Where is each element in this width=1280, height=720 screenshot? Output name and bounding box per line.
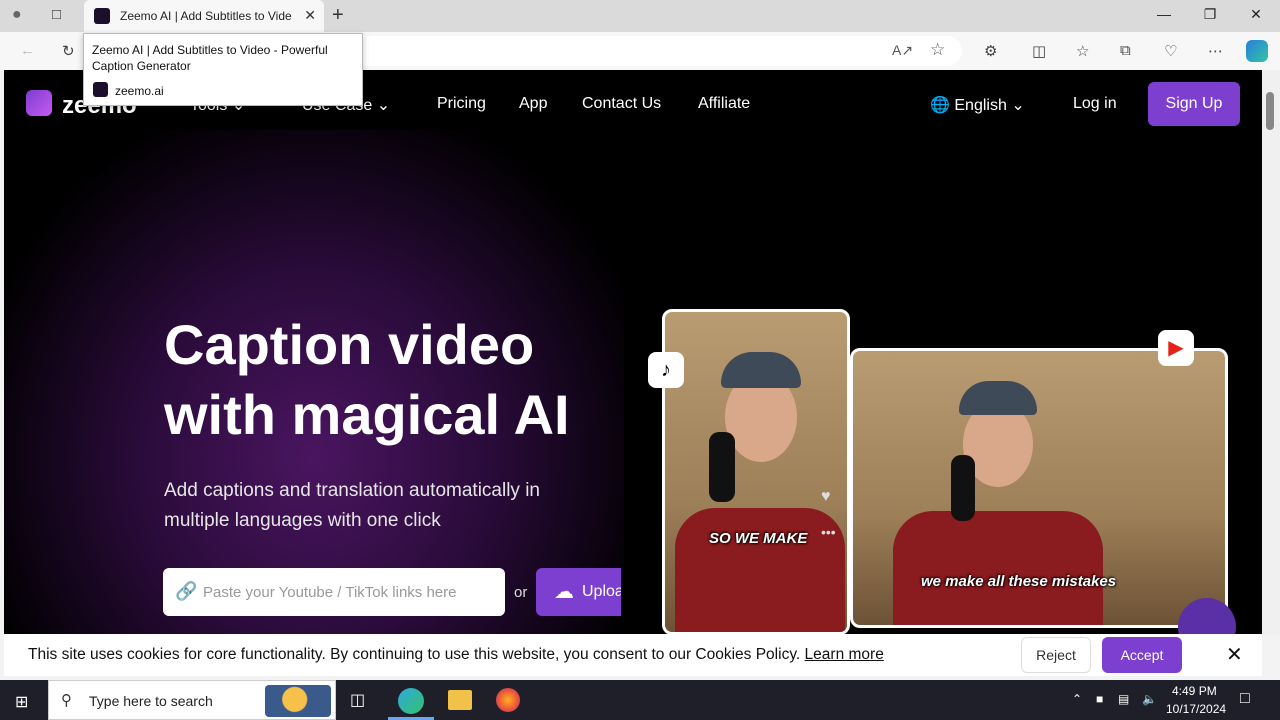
cookie-banner: This site uses cookies for core function… [4,634,1262,676]
tab-close-icon[interactable]: ✕ [304,7,316,24]
tooltip-title: Zeemo AI | Add Subtitles to Video - Powe… [92,43,328,73]
extensions-icon[interactable]: ⚙ [984,42,997,60]
video-link-input-wrapper: 🔗 [163,568,505,616]
restore-icon[interactable]: ❐ [1187,6,1233,23]
favorite-star-icon[interactable]: ☆ [930,40,945,60]
taskbar-search-box[interactable]: ⚲ Type here to search [48,680,336,720]
tooltip-domain: zeemo.ai [115,84,164,98]
profile-icon[interactable]: ● [12,6,22,24]
or-separator: or [514,584,528,601]
windows-start-icon[interactable]: ⊞ [15,692,28,712]
login-link[interactable]: Log in [1073,95,1117,113]
more-options-icon[interactable]: ⋯ [1208,42,1223,60]
browser-titlebar: ● □ Zeemo AI | Add Subtitles to Vide ✕ +… [0,0,1280,32]
read-aloud-icon[interactable]: A↗ [892,42,913,59]
copilot-icon[interactable] [1246,40,1268,62]
close-icon[interactable]: ✕ [1226,642,1243,667]
clock-date[interactable]: 10/17/2024 [1166,702,1226,716]
like-heart-icon: ♥ [821,488,831,505]
security-tray-icon[interactable]: ■ [1096,692,1103,706]
video-link-input[interactable] [203,580,493,604]
task-view-icon[interactable]: ◫ [350,690,365,710]
close-window-icon[interactable]: ✕ [1233,6,1279,23]
chevron-down-icon: ⌄ [376,97,391,114]
browser-essentials-icon[interactable]: ♡ [1164,42,1177,60]
notifications-icon[interactable]: □ [1240,690,1250,708]
upload-button[interactable]: ☁ Upload [536,568,621,616]
search-highlight-image [265,685,331,717]
youtube-video-preview: we make all these mistakes [850,348,1228,628]
link-icon: 🔗 [175,581,198,601]
show-hidden-icons[interactable]: ⌃ [1072,692,1082,706]
nav-pricing[interactable]: Pricing [437,95,486,113]
caption-right: we make all these mistakes [921,573,1117,590]
firefox-icon[interactable] [496,688,520,712]
comment-icon: ••• [821,524,836,540]
taskbar-search-placeholder: Type here to search [89,693,213,709]
new-tab-icon[interactable]: + [332,4,344,27]
nav-app[interactable]: App [519,95,547,113]
windows-taskbar: ⊞ ⚲ Type here to search ◫ ⌃ ■ ▤ 🔈 4:49 P… [0,680,1280,720]
tiktok-video-preview: SO WE MAKE ♥ ••• [662,309,850,634]
tab-favicon-icon [94,8,110,24]
tab-active[interactable]: Zeemo AI | Add Subtitles to Vide ✕ [84,0,324,32]
accept-cookies-button[interactable]: Accept [1102,637,1182,673]
search-icon: ⚲ [61,692,72,709]
favorites-icon[interactable]: ☆ [1076,42,1089,60]
refresh-icon[interactable]: ↻ [62,42,75,60]
tooltip-favicon-icon [93,82,108,97]
caption-left: SO WE MAKE [709,530,808,547]
minimize-icon[interactable]: — [1141,6,1187,22]
hero-subtitle: Add captions and translation automatical… [164,480,541,531]
back-icon[interactable]: ← [20,42,35,59]
zeemo-logo-icon[interactable] [26,90,52,116]
microphone [951,455,975,521]
page-scrollbar[interactable] [1262,70,1280,634]
edge-taskbar-icon[interactable] [398,688,424,714]
cookie-text: This site uses cookies for core function… [28,646,884,663]
person-shirt [675,508,845,632]
person-shirt [893,511,1103,625]
collections-icon[interactable]: ⧉ [1120,42,1131,59]
tiktok-icon: ♪ [648,352,684,388]
web-page: zeemo Tools ⌄ Use Case ⌄ Pricing App Con… [4,70,1262,634]
network-icon[interactable]: ▤ [1118,692,1129,706]
tab-title: Zeemo AI | Add Subtitles to Vide [120,9,292,23]
person-cap [721,352,801,388]
upload-cloud-icon: ☁ [554,581,574,603]
youtube-icon: ▶ [1158,330,1194,366]
signup-button[interactable]: Sign Up [1148,82,1240,126]
page-scrollbar-thumb[interactable] [1266,92,1274,130]
nav-contact-us[interactable]: Contact Us [582,95,661,113]
chevron-down-icon: ⌄ [1011,97,1025,114]
person-cap [959,381,1037,415]
file-explorer-icon[interactable] [448,690,472,710]
split-screen-icon[interactable]: ◫ [1032,42,1046,60]
hero-title: Caption video with magical AI [164,313,570,446]
language-selector[interactable]: 🌐 English ⌄ [930,95,1025,115]
reject-cookies-button[interactable]: Reject [1021,637,1091,673]
tab-hover-tooltip: Zeemo AI | Add Subtitles to Video - Powe… [83,33,363,106]
nav-affiliate[interactable]: Affiliate [698,95,750,113]
microphone [709,432,735,502]
globe-icon: 🌐 [930,97,950,114]
clock-time[interactable]: 4:49 PM [1172,684,1217,698]
volume-icon[interactable]: 🔈 [1142,692,1157,706]
tab-actions-icon[interactable]: □ [52,6,61,23]
learn-more-link[interactable]: Learn more [805,646,884,663]
